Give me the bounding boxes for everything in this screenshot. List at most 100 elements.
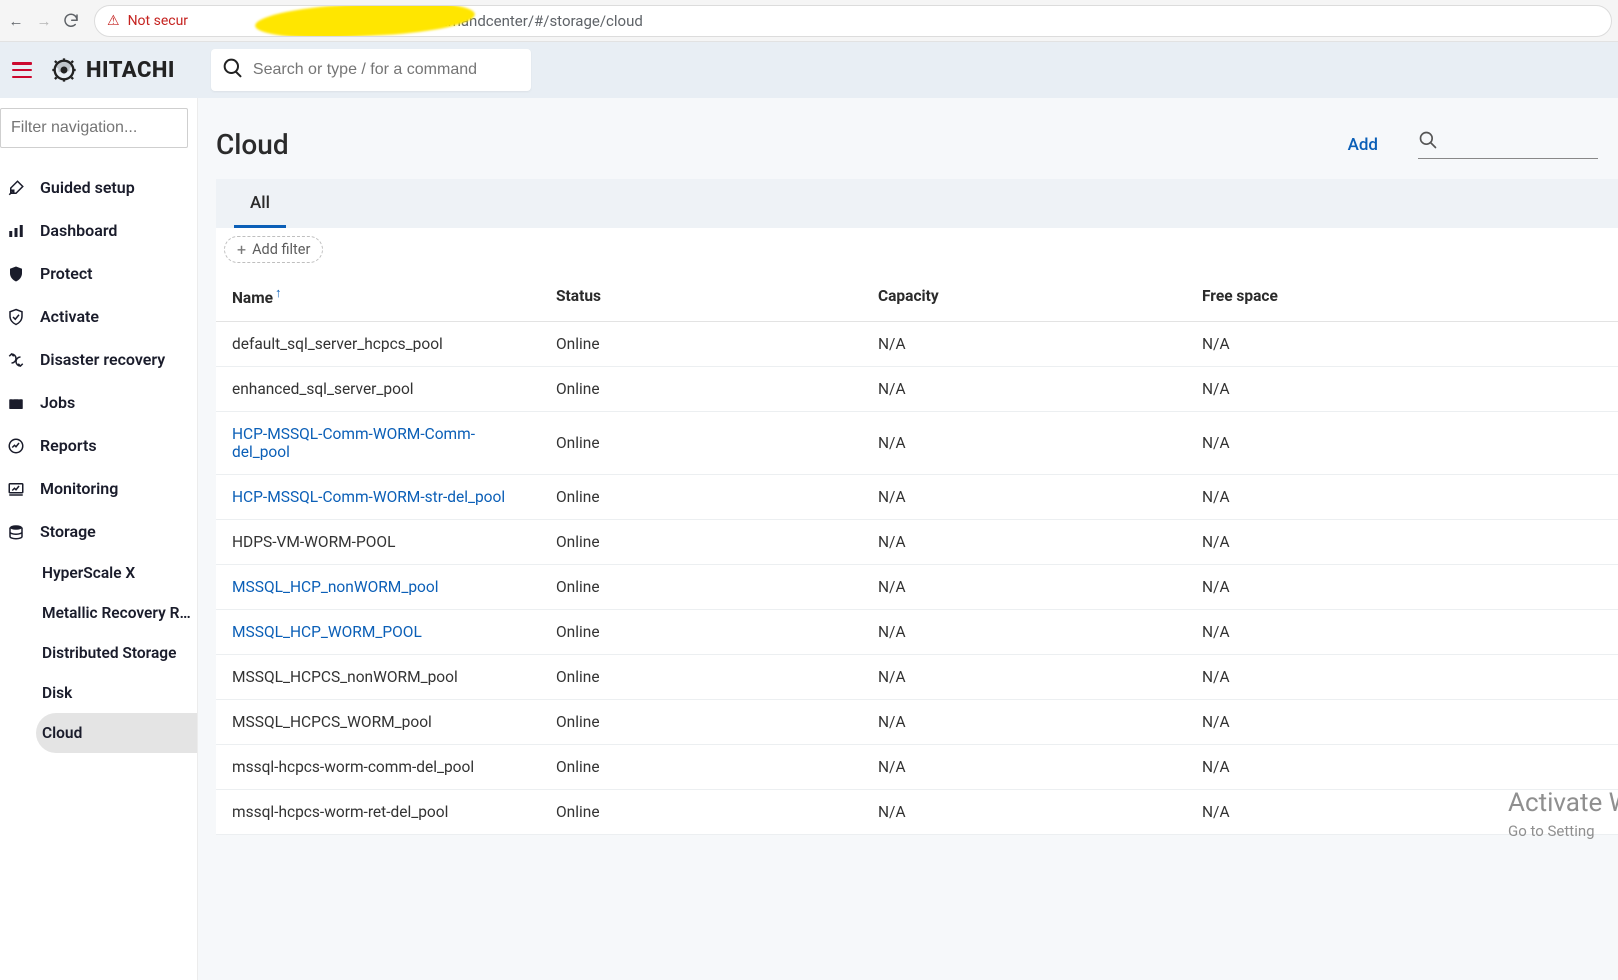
cell-free: N/A	[1186, 610, 1618, 655]
table-row[interactable]: default_sql_server_hcpcs_poolOnlineN/AN/…	[216, 322, 1618, 367]
sidebar-item-label: Activate	[40, 307, 99, 326]
table-row[interactable]: MSSQL_HCPCS_nonWORM_poolOnlineN/AN/A	[216, 655, 1618, 700]
sidebar-item-protect[interactable]: Protect	[0, 252, 197, 295]
brand-logo[interactable]: HITACHI	[50, 56, 175, 84]
cell-status: Online	[540, 655, 862, 700]
sidebar-item-disaster-recovery[interactable]: Disaster recovery	[0, 338, 197, 381]
cell-capacity: N/A	[862, 790, 1186, 835]
cell-status: Online	[540, 790, 862, 835]
cell-name: MSSQL_HCP_nonWORM_pool	[216, 565, 540, 610]
brand-name: HITACHI	[86, 58, 175, 83]
cell-free: N/A	[1186, 520, 1618, 565]
cell-status: Online	[540, 745, 862, 790]
cell-name: MSSQL_HCP_WORM_POOL	[216, 610, 540, 655]
sidebar-item-guided-setup[interactable]: Guided setup	[0, 166, 197, 209]
table-row[interactable]: HCP-MSSQL-Comm-WORM-Comm-del_poolOnlineN…	[216, 412, 1618, 475]
gear-logo-icon	[50, 56, 78, 84]
table-row[interactable]: mssql-hcpcs-worm-ret-del_poolOnlineN/AN/…	[216, 790, 1618, 835]
table-row[interactable]: mssql-hcpcs-worm-comm-del_poolOnlineN/AN…	[216, 745, 1618, 790]
main-content: Cloud Add All + Add filter	[198, 98, 1618, 980]
guided-setup-icon	[6, 179, 26, 197]
cell-free: N/A	[1186, 565, 1618, 610]
sidebar-item-monitoring[interactable]: Monitoring	[0, 467, 197, 510]
cell-free: N/A	[1186, 367, 1618, 412]
monitoring-icon	[6, 480, 26, 498]
tab-all[interactable]: All	[234, 179, 286, 228]
table-row[interactable]: MSSQL_HCP_nonWORM_poolOnlineN/AN/A	[216, 565, 1618, 610]
not-secure-icon: ⚠	[107, 13, 120, 29]
sidebar-item-label: Jobs	[40, 393, 75, 412]
sidebar-subitem-hyperscale-x[interactable]: HyperScale X	[36, 553, 197, 593]
sort-asc-icon: ↑	[275, 286, 282, 301]
search-icon	[223, 58, 243, 82]
pool-link[interactable]: MSSQL_HCP_nonWORM_pool	[232, 578, 438, 596]
cell-name: HCP-MSSQL-Comm-WORM-str-del_pool	[216, 475, 540, 520]
cell-capacity: N/A	[862, 610, 1186, 655]
redaction-highlight	[254, 5, 475, 37]
tab-strip: All	[216, 179, 1618, 228]
browser-toolbar: ← → ⚠ Not secur ommandcenter/#/storage/c…	[0, 0, 1618, 42]
sidebar-subitem-distributed-storage[interactable]: Distributed Storage	[36, 633, 197, 673]
app-header: HITACHI	[0, 42, 1618, 98]
back-button[interactable]: ←	[6, 12, 26, 30]
page-title: Cloud	[216, 128, 289, 161]
reports-icon	[6, 437, 26, 455]
dashboard-icon	[6, 222, 26, 240]
sidebar-subitem-disk[interactable]: Disk	[36, 673, 197, 713]
address-bar[interactable]: ⚠ Not secur ommandcenter/#/storage/cloud	[94, 5, 1612, 37]
col-status[interactable]: Status	[540, 271, 862, 322]
sidebar-item-jobs[interactable]: Jobs	[0, 381, 197, 424]
global-search-input[interactable]	[253, 61, 519, 79]
cell-status: Online	[540, 475, 862, 520]
disaster-recovery-icon	[6, 351, 26, 369]
sidebar-item-dashboard[interactable]: Dashboard	[0, 209, 197, 252]
cell-capacity: N/A	[862, 700, 1186, 745]
forward-button[interactable]: →	[34, 12, 54, 30]
pool-link[interactable]: HCP-MSSQL-Comm-WORM-Comm-del_pool	[232, 425, 475, 461]
cell-capacity: N/A	[862, 367, 1186, 412]
cell-status: Online	[540, 367, 862, 412]
sidebar-subitem-cloud[interactable]: Cloud	[36, 713, 197, 753]
reload-button[interactable]	[62, 12, 80, 30]
table-row[interactable]: MSSQL_HCPCS_WORM_poolOnlineN/AN/A	[216, 700, 1618, 745]
sidebar-item-reports[interactable]: Reports	[0, 424, 197, 467]
cell-free: N/A	[1186, 475, 1618, 520]
global-search[interactable]	[211, 49, 531, 91]
cell-free: N/A	[1186, 412, 1618, 475]
col-capacity[interactable]: Capacity	[862, 271, 1186, 322]
sidebar-item-label: Guided setup	[40, 178, 135, 197]
cell-name: HCP-MSSQL-Comm-WORM-Comm-del_pool	[216, 412, 540, 475]
pool-link[interactable]: MSSQL_HCP_WORM_POOL	[232, 623, 422, 641]
cloud-table: Name↑ Status Capacity Free space default…	[216, 271, 1618, 835]
table-row[interactable]: HCP-MSSQL-Comm-WORM-str-del_pool Online N/…	[216, 475, 1618, 520]
cell-free: N/A	[1186, 745, 1618, 790]
cell-name: mssql-hcpcs-worm-ret-del_pool	[216, 790, 540, 835]
table-row[interactable]: MSSQL_HCP_WORM_POOLOnlineN/AN/A	[216, 610, 1618, 655]
sidebar-item-storage[interactable]: Storage	[0, 510, 197, 553]
activate-icon	[6, 308, 26, 326]
add-filter-label: Add filter	[252, 241, 310, 258]
table-row[interactable]: enhanced_sql_server_poolOnlineN/AN/A	[216, 367, 1618, 412]
table-search[interactable]	[1418, 130, 1598, 159]
cell-capacity: N/A	[862, 520, 1186, 565]
col-free-space[interactable]: Free space	[1186, 271, 1618, 322]
cell-name: HDPS-VM-WORM-POOL	[216, 520, 540, 565]
col-name[interactable]: Name↑	[216, 271, 540, 322]
sidebar-subitem-metallic-recovery-r[interactable]: Metallic Recovery R...	[36, 593, 197, 633]
search-icon	[1418, 130, 1438, 154]
add-filter-button[interactable]: + Add filter	[224, 236, 323, 263]
table-row[interactable]: HDPS-VM-WORM-POOLOnlineN/AN/A	[216, 520, 1618, 565]
cell-capacity: N/A	[862, 745, 1186, 790]
cell-name: enhanced_sql_server_pool	[216, 367, 540, 412]
pool-link[interactable]: HCP-MSSQL-Comm-WORM-str-del_pool	[232, 488, 505, 506]
add-button[interactable]: Add	[1348, 135, 1378, 155]
cell-free: N/A	[1186, 655, 1618, 700]
sidebar: Guided setup DashboardProtect Activate Disa…	[0, 98, 198, 980]
cell-capacity: N/A	[862, 412, 1186, 475]
menu-toggle-icon[interactable]	[12, 62, 32, 78]
filter-navigation-input[interactable]	[0, 108, 188, 148]
sidebar-item-activate[interactable]: Activate	[0, 295, 197, 338]
cell-status: Online	[540, 565, 862, 610]
sidebar-item-label: Disaster recovery	[40, 350, 165, 369]
cell-name: mssql-hcpcs-worm-comm-del_pool	[216, 745, 540, 790]
